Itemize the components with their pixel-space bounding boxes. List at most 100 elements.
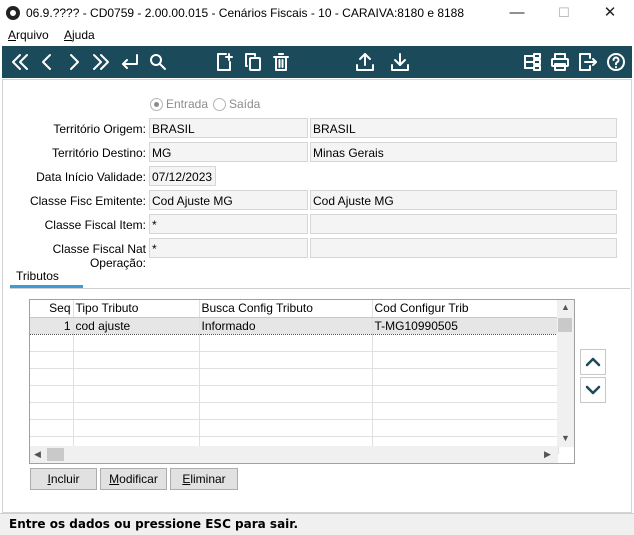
territorio-origem-code-field[interactable]: BRASIL: [149, 118, 308, 138]
export-button[interactable]: [353, 50, 377, 74]
tab-separator: [10, 288, 630, 289]
incluir-label: ncluir: [50, 472, 80, 486]
classe-nat-desc-field: [310, 238, 617, 258]
classe-emitente-label: Classe Fisc Emitente:: [29, 194, 146, 208]
delete-button[interactable]: [269, 50, 293, 74]
territorio-origem-desc-field: BRASIL: [310, 118, 617, 138]
radio-saida[interactable]: Saída: [213, 97, 260, 111]
eliminar-label: liminar: [190, 472, 226, 486]
help-button[interactable]: [604, 50, 628, 74]
tributos-table: Seq Tipo Tributo Busca Config Tributo Co…: [30, 300, 559, 454]
table-row[interactable]: 1 cod ajuste Informado T-MG10990505: [30, 316, 559, 335]
enter-icon: [122, 54, 138, 69]
menu-arquivo-accel: A: [8, 28, 17, 42]
menu-arquivo[interactable]: Arquivo: [8, 28, 49, 42]
vertical-scrollbar[interactable]: ▲ ▼: [557, 300, 574, 447]
print-button[interactable]: [548, 50, 572, 74]
radio-entrada-label: Entrada: [166, 97, 209, 111]
exit-button[interactable]: [576, 50, 600, 74]
delete-icon: [273, 53, 289, 71]
upload-icon: [356, 53, 374, 71]
copy-button[interactable]: [241, 50, 265, 74]
search-icon: [150, 54, 166, 70]
col-busca-header[interactable]: Busca Config Tributo: [199, 300, 373, 318]
eliminar-button[interactable]: Eliminar: [170, 468, 238, 490]
menu-ajuda-accel: A: [64, 28, 73, 42]
help-icon: [607, 53, 625, 71]
minimize-button[interactable]: —: [494, 2, 540, 26]
title-bar: 06.9.???? - CD0759 - 2.00.00.015 - Cenár…: [0, 0, 634, 27]
horizontal-scrollbar[interactable]: ◀ ▶: [30, 446, 558, 463]
classe-nat-code-field[interactable]: *: [149, 238, 308, 258]
incluir-button[interactable]: Incluir: [30, 468, 97, 490]
table-row-empty: [30, 334, 559, 352]
chevron-up-icon: [585, 357, 601, 367]
table-row-empty: [30, 402, 559, 420]
scroll-left-arrow-icon[interactable]: ◀: [34, 449, 41, 460]
classe-item-desc-field: [310, 214, 617, 234]
menu-arquivo-label: rquivo: [16, 28, 49, 42]
structure-button[interactable]: [520, 50, 544, 74]
radio-saida-dot: [213, 97, 226, 111]
close-button[interactable]: ✕: [587, 2, 633, 26]
col-cod-header[interactable]: Cod Configur Trib: [372, 300, 559, 318]
next-icon: [70, 54, 79, 70]
radio-entrada[interactable]: Entrada: [150, 97, 208, 111]
classe-item-code-field[interactable]: *: [149, 214, 308, 234]
toolbar: [2, 46, 632, 78]
enter-button[interactable]: [118, 50, 142, 74]
territorio-destino-code-field[interactable]: MG: [149, 142, 308, 162]
menu-ajuda-label: juda: [72, 28, 95, 42]
modificar-button[interactable]: Modificar: [100, 468, 167, 490]
move-down-button[interactable]: [580, 377, 606, 403]
last-icon: [93, 54, 109, 70]
menu-bar: Arquivo Ajuda: [0, 27, 634, 46]
chevron-down-icon: [585, 385, 601, 395]
tab-tributos[interactable]: Tributos: [16, 269, 59, 283]
print-icon: [551, 53, 569, 71]
scroll-down-arrow-icon[interactable]: ▼: [561, 433, 570, 443]
maximize-button[interactable]: ☐: [541, 2, 587, 26]
cell-tipo: cod ajuste: [73, 316, 200, 335]
horizontal-scroll-thumb[interactable]: [47, 448, 64, 461]
modificar-label: odificar: [119, 472, 158, 486]
app-icon: [6, 6, 20, 20]
radio-saida-label: Saída: [229, 97, 261, 111]
move-up-button[interactable]: [580, 349, 606, 375]
tributos-grid[interactable]: Seq Tipo Tributo Busca Config Tributo Co…: [29, 299, 575, 464]
new-button[interactable]: [212, 50, 236, 74]
table-row-empty: [30, 368, 559, 386]
exit-icon: [579, 53, 597, 71]
next-record-button[interactable]: [62, 50, 86, 74]
table-row-empty: [30, 385, 559, 403]
cell-cod: T-MG10990505: [372, 316, 559, 335]
col-seq-header[interactable]: Seq: [30, 300, 74, 318]
table-header-row: Seq Tipo Tributo Busca Config Tributo Co…: [30, 300, 559, 318]
data-inicio-label: Data Início Validade:: [36, 170, 146, 184]
copy-icon: [245, 53, 261, 71]
last-record-button[interactable]: [89, 50, 113, 74]
new-document-icon: [217, 53, 233, 71]
classe-item-label: Classe Fiscal Item:: [44, 218, 146, 232]
territorio-destino-label: Território Destino:: [51, 146, 146, 160]
download-icon: [391, 53, 409, 71]
classe-emitente-desc-field: Cod Ajuste MG: [310, 190, 617, 210]
window-title: 06.9.???? - CD0759 - 2.00.00.015 - Cenár…: [26, 6, 465, 20]
first-record-button[interactable]: [8, 50, 32, 74]
classe-emitente-code-field[interactable]: Cod Ajuste MG: [149, 190, 308, 210]
structure-icon: [524, 53, 541, 71]
scroll-right-arrow-icon[interactable]: ▶: [544, 449, 551, 460]
col-tipo-header[interactable]: Tipo Tributo: [73, 300, 200, 318]
data-inicio-field[interactable]: 07/12/2023: [149, 166, 216, 186]
classe-nat-label: Classe Fiscal Nat Operação:: [52, 242, 146, 270]
territorio-destino-desc-field: Minas Gerais: [310, 142, 617, 162]
import-button[interactable]: [388, 50, 412, 74]
vertical-scroll-thumb[interactable]: [558, 318, 572, 332]
scroll-up-arrow-icon[interactable]: ▲: [561, 302, 570, 312]
first-icon: [12, 54, 28, 70]
table-row-empty: [30, 419, 559, 437]
status-bar: Entre os dados ou pressione ESC para sai…: [0, 513, 634, 535]
search-button[interactable]: [146, 50, 170, 74]
previous-record-button[interactable]: [35, 50, 59, 74]
menu-ajuda[interactable]: Ajuda: [64, 28, 95, 42]
